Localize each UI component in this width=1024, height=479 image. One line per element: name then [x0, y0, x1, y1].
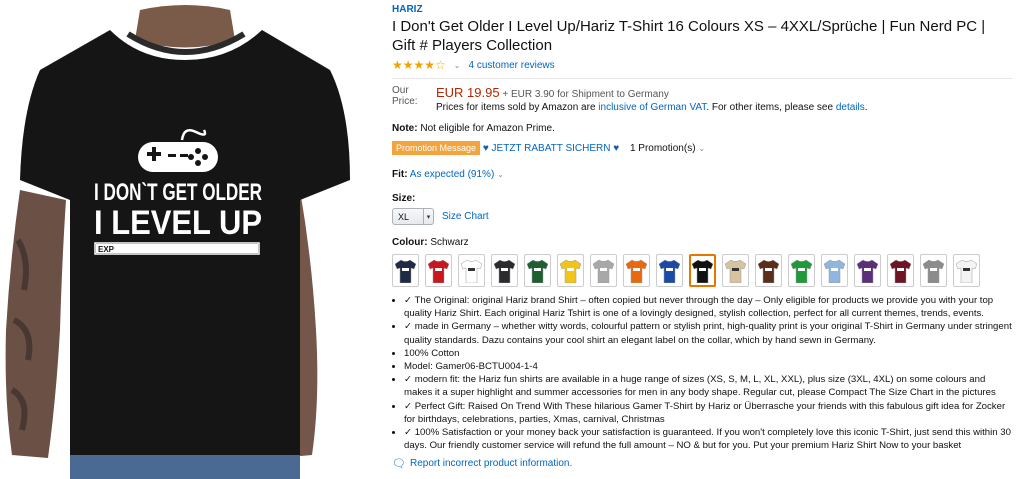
colour-swatch[interactable] — [755, 254, 782, 287]
promotion-badge: Promotion Message — [392, 141, 481, 155]
colour-swatch[interactable] — [788, 254, 815, 287]
colour-swatch[interactable] — [590, 254, 617, 287]
colour-swatch[interactable] — [491, 254, 518, 287]
price-block: Our Price: EUR 19.95 + EUR 3.90 for Ship… — [392, 85, 1012, 113]
colour-swatch[interactable] — [920, 254, 947, 287]
note-row: Note: Not eligible for Amazon Prime. — [392, 123, 1012, 134]
graphic-line1: I DON`T GET OLDER — [94, 179, 262, 206]
fit-label: Fit: — [392, 169, 408, 180]
colour-swatch[interactable] — [656, 254, 683, 287]
feature-bullet: ✓ modern fit: the Hariz fun shirts are a… — [404, 373, 1012, 399]
chevron-down-icon[interactable]: ⌄ — [698, 144, 705, 153]
price-label: Our Price: — [392, 85, 418, 107]
brand-link[interactable]: HARIZ — [392, 4, 1012, 15]
feature-bullet: 100% Cotton — [404, 347, 1012, 360]
product-title: I Don't Get Older I Level Up/Hariz T-Shi… — [392, 18, 986, 54]
colour-label: Colour: — [392, 237, 428, 248]
vat-mid-text: . For other items, please see — [706, 102, 834, 113]
feature-bullet: Model: Gamer06-BCTU004-1-4 — [404, 360, 1012, 373]
reviews-link[interactable]: 4 customer reviews — [469, 60, 555, 71]
colour-swatch[interactable] — [557, 254, 584, 287]
star-rating-icon[interactable]: ★★★★☆ — [392, 58, 446, 72]
colour-swatch[interactable] — [854, 254, 881, 287]
vat-text: Prices for items sold by Amazon are — [436, 102, 596, 113]
size-chart-link[interactable]: Size Chart — [442, 211, 489, 222]
details-link[interactable]: details — [836, 102, 865, 113]
rating-row: ★★★★☆ ⌄ 4 customer reviews — [392, 58, 1012, 72]
chevron-down-icon: ▾ — [423, 209, 433, 224]
feature-bullet: ✓ made in Germany – whether witty words,… — [404, 320, 1012, 346]
colour-swatch[interactable] — [392, 254, 419, 287]
price-amount: EUR 19.95 — [436, 85, 500, 100]
fit-row: Fit: As expected (91%) ⌄ — [392, 169, 1012, 180]
product-info: HARIZ I Don't Get Older I Level Up/Hariz… — [392, 4, 1012, 470]
size-select-value: XL — [398, 211, 410, 222]
shipping-text: + EUR 3.90 for Shipment to Germany — [502, 89, 669, 100]
report-link[interactable]: Report incorrect product information. — [410, 458, 572, 469]
divider — [392, 78, 1012, 79]
colour-swatch[interactable] — [887, 254, 914, 287]
feature-bullet: ✓ 100% Satisfaction or your money back y… — [404, 426, 1012, 452]
graphic-line2: I LEVEL UP — [94, 204, 262, 242]
colour-row: Colour: Schwarz — [392, 237, 1012, 248]
colour-swatch[interactable] — [821, 254, 848, 287]
colour-swatch[interactable] — [953, 254, 980, 287]
vat-link[interactable]: inclusive of German VAT — [598, 102, 706, 113]
comment-icon: 🗨 — [392, 458, 406, 471]
note-text: Not eligible for Amazon Prime. — [420, 123, 555, 134]
vat-end-text: . — [864, 102, 868, 113]
colour-swatch[interactable] — [689, 254, 716, 287]
size-row: XL ▾ Size Chart — [392, 208, 1012, 225]
size-label: Size: — [392, 193, 416, 204]
chevron-down-icon[interactable]: ⌄ — [497, 170, 504, 179]
size-select[interactable]: XL ▾ — [392, 208, 434, 225]
fit-link[interactable]: As expected (91%) — [410, 169, 495, 180]
feature-bullet: ✓ The Original: original Hariz brand Shi… — [404, 294, 1012, 320]
chevron-down-icon[interactable]: ⌄ — [454, 61, 461, 70]
colour-selected: Schwarz — [430, 237, 469, 248]
colour-swatch[interactable] — [458, 254, 485, 287]
note-label: Note: — [392, 123, 418, 134]
colour-swatch[interactable] — [425, 254, 452, 287]
promotion-count[interactable]: 1 Promotion(s) — [630, 143, 696, 154]
colour-swatch[interactable] — [524, 254, 551, 287]
colour-swatch[interactable] — [623, 254, 650, 287]
xp-label: EXP — [98, 245, 115, 254]
xp-bar-fill — [96, 244, 258, 253]
colour-swatches — [392, 254, 1012, 287]
product-image[interactable]: I DON`T GET OLDER I LEVEL UP EXP — [0, 0, 370, 479]
heart-icon: ♥ — [482, 143, 489, 154]
report-row: 🗨 Report incorrect product information. — [392, 457, 1012, 470]
feature-bullet: ✓ Perfect Gift: Raised On Trend With The… — [404, 400, 1012, 426]
colour-swatch[interactable] — [722, 254, 749, 287]
heart-icon: ♥ — [613, 143, 620, 154]
feature-bullets: ✓ The Original: original Hariz brand Shi… — [392, 294, 1012, 452]
promotion-row: Promotion Message ♥ JETZT RABATT SICHERN… — [392, 141, 1012, 155]
promotion-link[interactable]: JETZT RABATT SICHERN — [492, 143, 611, 154]
